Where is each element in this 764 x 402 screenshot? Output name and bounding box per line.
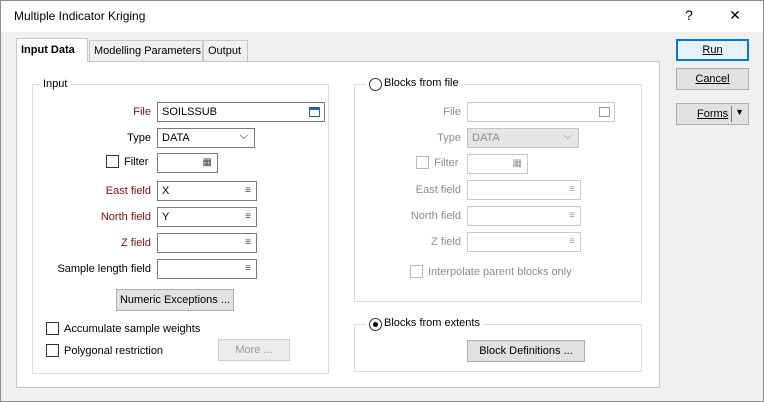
- type-select[interactable]: DATA ⌵: [157, 128, 255, 148]
- file-label: File: [133, 106, 151, 118]
- polygonal-restriction-checkbox[interactable]: [46, 344, 59, 357]
- accumulate-sample-weights-checkbox[interactable]: [46, 322, 59, 335]
- list-icon[interactable]: ≡: [569, 210, 575, 221]
- bf-z-field-input[interactable]: ≡: [467, 232, 581, 252]
- cancel-button-label: Cancel: [695, 73, 730, 85]
- list-icon[interactable]: ≡: [245, 263, 251, 274]
- help-button[interactable]: ?: [677, 7, 701, 23]
- north-field-label: North field: [100, 211, 151, 223]
- numeric-exceptions-button[interactable]: Numeric Exceptions ...: [116, 289, 234, 311]
- block-definitions-button[interactable]: Block Definitions ...: [467, 340, 585, 362]
- z-field-label: Z field: [121, 237, 151, 249]
- file-input[interactable]: SOILSSUB: [157, 102, 325, 122]
- list-icon[interactable]: ≡: [245, 237, 251, 248]
- forms-button[interactable]: Forms ▼: [676, 103, 749, 125]
- blocks-from-extents-radio[interactable]: [369, 318, 382, 331]
- forms-button-label: Forms: [697, 108, 729, 120]
- chevron-down-icon: ⌵: [239, 130, 248, 142]
- list-icon[interactable]: ≡: [569, 184, 575, 195]
- run-button[interactable]: Run: [676, 39, 749, 61]
- list-icon[interactable]: ≡: [245, 185, 251, 196]
- bf-type-select[interactable]: DATA ⌵: [467, 128, 579, 148]
- chevron-down-icon: ⌵: [563, 130, 572, 142]
- bf-file-label: File: [443, 106, 461, 118]
- blocks-from-file-group: Blocks from file File Type DATA ⌵ Filter…: [354, 77, 642, 302]
- east-field-label: East field: [105, 185, 151, 197]
- bf-east-field-input[interactable]: ≡: [467, 180, 581, 200]
- bf-filter-input[interactable]: ▦: [467, 154, 528, 174]
- more-button[interactable]: More ...: [218, 339, 290, 361]
- tab-panel-input-data: Input File SOILSSUB Type DATA ⌵ Filter ▦…: [16, 61, 660, 388]
- run-button-label: Run: [702, 44, 723, 56]
- filter-checkbox[interactable]: [106, 155, 119, 168]
- input-group: Input File SOILSSUB Type DATA ⌵ Filter ▦…: [32, 78, 329, 374]
- sample-length-field-label: Sample length field: [57, 263, 151, 275]
- accumulate-sample-weights-label: Accumulate sample weights: [64, 323, 201, 335]
- type-value: DATA: [162, 132, 190, 144]
- tab-modelling-parameters[interactable]: Modelling Parameters: [89, 40, 203, 61]
- type-label: Type: [127, 132, 151, 144]
- chevron-down-icon[interactable]: ▼: [735, 107, 744, 117]
- cancel-button[interactable]: Cancel: [676, 68, 749, 90]
- polygonal-restriction-label: Polygonal restriction: [64, 345, 164, 357]
- bf-north-field-input[interactable]: ≡: [467, 206, 581, 226]
- tab-output[interactable]: Output: [203, 40, 248, 61]
- bf-z-field-label: Z field: [431, 236, 461, 248]
- browse-icon[interactable]: [309, 107, 320, 117]
- bf-north-field-label: North field: [410, 210, 461, 222]
- east-field-input[interactable]: X ≡: [157, 181, 257, 201]
- interpolate-parent-checkbox[interactable]: [410, 265, 423, 278]
- file-value: SOILSSUB: [162, 106, 218, 118]
- bf-filter-checkbox[interactable]: [416, 156, 429, 169]
- window-title: Multiple Indicator Kriging: [14, 9, 146, 23]
- bf-filter-label: Filter: [434, 157, 459, 169]
- north-field-input[interactable]: Y ≡: [157, 207, 257, 227]
- bf-type-label: Type: [437, 132, 461, 144]
- blocks-from-file-radio[interactable]: [369, 78, 382, 91]
- title-bar: Multiple Indicator Kriging ? ✕: [1, 1, 763, 32]
- filter-grid-icon[interactable]: ▦: [513, 158, 522, 169]
- filter-grid-icon[interactable]: ▦: [203, 157, 212, 168]
- filter-label: Filter: [124, 156, 149, 168]
- browse-icon[interactable]: [599, 107, 610, 117]
- list-icon[interactable]: ≡: [569, 236, 575, 247]
- north-field-value: Y: [162, 211, 170, 223]
- input-group-title: Input: [40, 78, 71, 90]
- east-field-value: X: [162, 185, 170, 197]
- bf-type-value: DATA: [472, 132, 500, 144]
- close-button[interactable]: ✕: [723, 7, 747, 24]
- forms-split-divider: [731, 106, 732, 122]
- dialog-window: Multiple Indicator Kriging ? ✕ Input Dat…: [0, 0, 764, 402]
- bf-east-field-label: East field: [415, 184, 461, 196]
- sample-length-field-input[interactable]: ≡: [157, 259, 257, 279]
- interpolate-parent-label: Interpolate parent blocks only: [428, 266, 572, 278]
- tab-input-data[interactable]: Input Data: [16, 38, 88, 62]
- blocks-from-extents-group: Blocks from extents Block Definitions ..…: [354, 317, 642, 372]
- filter-input[interactable]: ▦: [157, 153, 218, 173]
- list-icon[interactable]: ≡: [245, 211, 251, 222]
- z-field-input[interactable]: ≡: [157, 233, 257, 253]
- blocks-from-extents-title: Blocks from extents: [366, 317, 483, 329]
- bf-file-input[interactable]: [467, 102, 615, 122]
